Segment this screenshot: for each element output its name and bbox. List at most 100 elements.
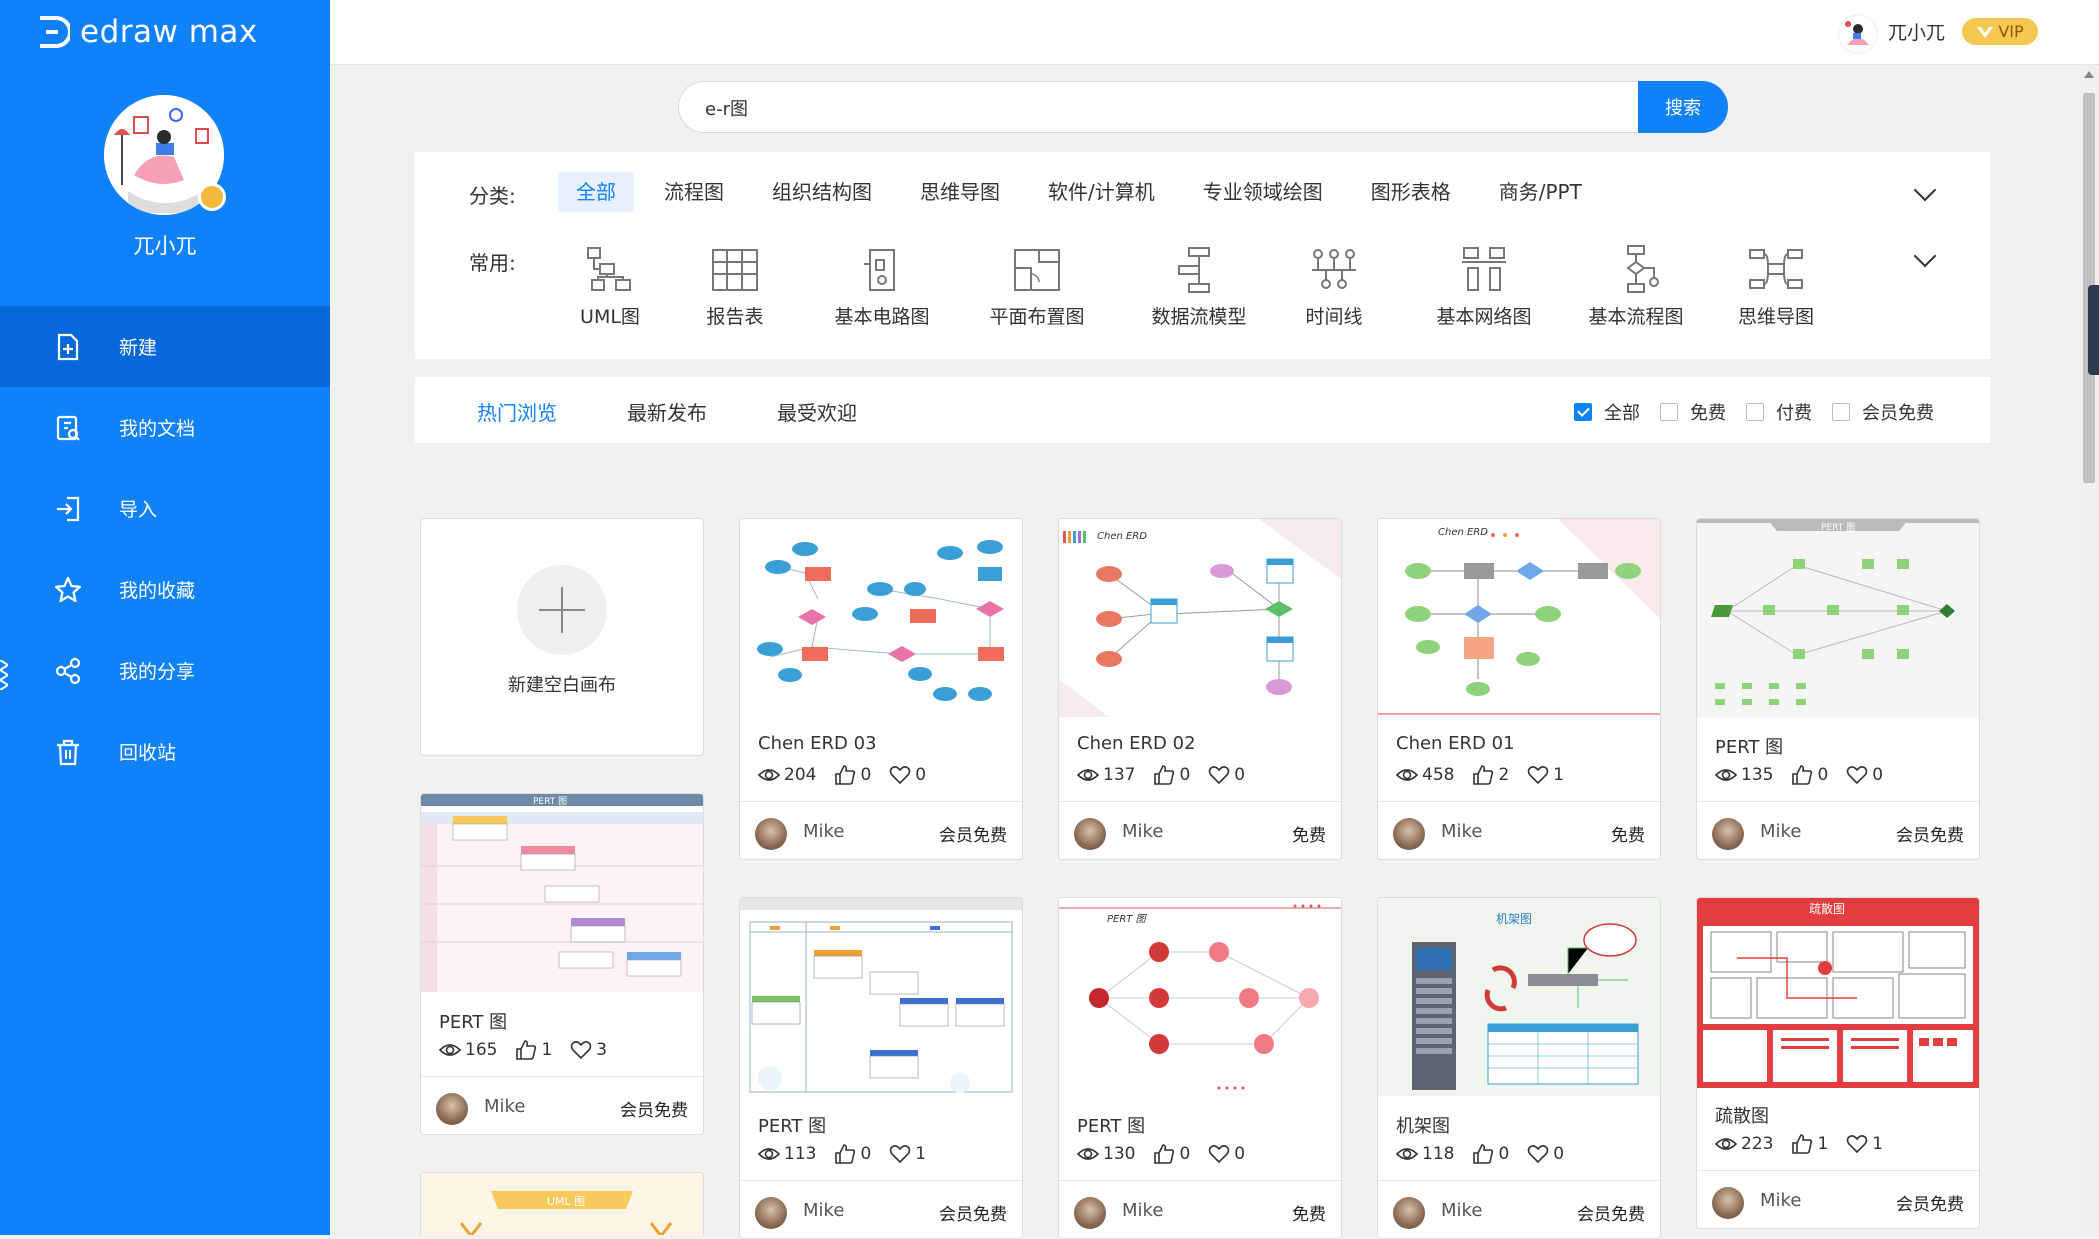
top-avatar[interactable]: [1838, 14, 1878, 54]
card-title: Chen ERD 02: [1077, 733, 1196, 754]
like-button[interactable]: 0: [834, 765, 871, 785]
author-name[interactable]: Mike: [803, 1200, 844, 1221]
like-button[interactable]: 1: [515, 1040, 552, 1060]
filter-all-checkbox[interactable]: 全部: [1574, 399, 1640, 425]
template-card[interactable]: UML 图: [420, 1172, 704, 1235]
tab-newest[interactable]: 最新发布: [627, 397, 707, 426]
favorite-button[interactable]: 1: [889, 1144, 926, 1164]
sidebar-item-favorites[interactable]: 我的收藏: [0, 549, 330, 630]
favorite-button[interactable]: 3: [570, 1040, 607, 1060]
scroll-up-arrow-icon[interactable]: [2084, 71, 2094, 78]
card-title: Chen ERD 01: [1396, 733, 1515, 754]
chevron-down-icon[interactable]: [1913, 244, 1937, 268]
template-card[interactable]: PERT 图 PERT 图 165 1 3 Mike 会员免费: [420, 793, 704, 1135]
template-card[interactable]: PERT 图 113 0 1 Mike 会员免费: [739, 897, 1023, 1239]
user-avatar[interactable]: [104, 95, 226, 215]
category-software[interactable]: 软件/计算机: [1030, 172, 1173, 212]
template-card[interactable]: Chen ERD Chen ERD 01 458 2 1 Mike 免费: [1377, 518, 1661, 860]
author-name[interactable]: Mike: [484, 1096, 525, 1117]
like-button[interactable]: 0: [1153, 765, 1190, 785]
common-circuit[interactable]: 基本电路图: [817, 244, 947, 329]
category-all[interactable]: 全部: [558, 172, 634, 212]
author-avatar[interactable]: [1393, 818, 1425, 850]
common-data-flow[interactable]: 数据流模型: [1129, 244, 1269, 329]
like-button[interactable]: 0: [1153, 1144, 1190, 1164]
common-network[interactable]: 基本网络图: [1419, 244, 1549, 329]
tab-popular[interactable]: 最受欢迎: [777, 397, 857, 426]
search-input[interactable]: [703, 82, 1587, 134]
sidebar-item-new[interactable]: 新建: [0, 306, 330, 387]
app-logo[interactable]: edraw max: [34, 12, 258, 52]
category-graphic-table[interactable]: 图形表格: [1353, 172, 1469, 212]
author-name[interactable]: Mike: [1122, 821, 1163, 842]
author-name[interactable]: Mike: [1760, 821, 1801, 842]
like-button[interactable]: 0: [1791, 765, 1828, 785]
common-mind-map[interactable]: 思维导图: [1721, 244, 1831, 329]
new-blank-canvas-card[interactable]: 新建空白画布: [420, 518, 704, 756]
heart-icon: [1527, 766, 1549, 785]
sidebar-item-share[interactable]: 我的分享: [0, 630, 330, 711]
author-name[interactable]: Mike: [1122, 1200, 1163, 1221]
common-floor-plan[interactable]: 平面布置图: [967, 244, 1107, 329]
search-button[interactable]: 搜索: [1638, 81, 1728, 133]
like-button[interactable]: 0: [834, 1144, 871, 1164]
template-card[interactable]: Chen ERD 03 204 0 0 Mike 会员免费: [739, 518, 1023, 860]
author-avatar[interactable]: [436, 1093, 468, 1125]
views-eye-icon: [1077, 1148, 1099, 1160]
favorite-button[interactable]: 0: [889, 765, 926, 785]
author-name[interactable]: Mike: [803, 821, 844, 842]
template-thumbnail: PERT 图: [1059, 898, 1341, 1096]
common-report[interactable]: 报告表: [685, 244, 785, 329]
author-avatar[interactable]: [755, 1197, 787, 1229]
like-button[interactable]: 0: [1472, 1144, 1509, 1164]
sidebar-collapse-handle-icon[interactable]: [0, 660, 8, 690]
like-button[interactable]: 1: [1791, 1134, 1828, 1154]
favs-count: 1: [915, 1144, 927, 1164]
author-avatar[interactable]: [1074, 818, 1106, 850]
favorite-button[interactable]: 0: [1527, 1144, 1564, 1164]
category-business-ppt[interactable]: 商务/PPT: [1481, 172, 1600, 212]
filter-panel: 分类: 全部 流程图 组织结构图 思维导图 软件/计算机 专业领域绘图 图形表格…: [415, 152, 1990, 359]
favorite-button[interactable]: 0: [1846, 765, 1883, 785]
sidebar-item-trash[interactable]: 回收站: [0, 711, 330, 792]
author-name[interactable]: Mike: [1441, 821, 1482, 842]
chevron-down-icon[interactable]: [1913, 178, 1937, 202]
tab-hot[interactable]: 热门浏览: [477, 397, 557, 426]
favorite-button[interactable]: 1: [1527, 765, 1564, 785]
filter-paid-checkbox[interactable]: 付费: [1746, 399, 1812, 425]
top-username[interactable]: 兀小兀: [1888, 18, 1945, 45]
category-org-chart[interactable]: 组织结构图: [754, 172, 890, 212]
side-panel-handle[interactable]: [2088, 285, 2099, 375]
category-flowchart[interactable]: 流程图: [646, 172, 742, 212]
template-card[interactable]: 疏散图 疏散图 223 1 1 Mike 会员免费: [1696, 897, 1980, 1229]
common-basic-flowchart[interactable]: 基本流程图: [1571, 244, 1701, 329]
favorite-button[interactable]: 0: [1208, 1144, 1245, 1164]
common-uml[interactable]: UML图: [555, 244, 665, 329]
template-card[interactable]: PERT 图 PERT 图 130 0 0 Mike 免费: [1058, 897, 1342, 1239]
like-button[interactable]: 2: [1472, 765, 1509, 785]
favorite-button[interactable]: 1: [1846, 1134, 1883, 1154]
sidebar-item-my-docs[interactable]: 我的文档: [0, 387, 330, 468]
sidebar-item-label: 导入: [119, 499, 158, 521]
template-card[interactable]: PERT 图 PERT 图 135 0 0 Mike 会员免费: [1696, 518, 1980, 860]
filter-free-checkbox[interactable]: 免费: [1660, 399, 1726, 425]
page-scrollbar[interactable]: [2079, 65, 2099, 1235]
author-name[interactable]: Mike: [1760, 1190, 1801, 1211]
template-card[interactable]: Chen ERD Chen ERD 02 137 0 0 Mike 免费: [1058, 518, 1342, 860]
author-avatar[interactable]: [755, 818, 787, 850]
favorite-button[interactable]: 0: [1208, 765, 1245, 785]
template-thumbnail: Chen ERD: [1378, 519, 1660, 717]
views-count: 135: [1741, 765, 1774, 785]
template-card[interactable]: 机架图 机架图 118 0 0 Mike 会员免费: [1377, 897, 1661, 1239]
filter-member-free-checkbox[interactable]: 会员免费: [1832, 399, 1934, 425]
category-professional[interactable]: 专业领域绘图: [1185, 172, 1341, 212]
author-avatar[interactable]: [1074, 1197, 1106, 1229]
sidebar-item-import[interactable]: 导入: [0, 468, 330, 549]
author-avatar[interactable]: [1712, 818, 1744, 850]
common-timeline[interactable]: 时间线: [1279, 244, 1389, 329]
author-avatar[interactable]: [1393, 1197, 1425, 1229]
author-avatar[interactable]: [1712, 1187, 1744, 1219]
author-name[interactable]: Mike: [1441, 1200, 1482, 1221]
vip-badge[interactable]: VIP: [1962, 18, 2038, 45]
category-mind-map[interactable]: 思维导图: [902, 172, 1018, 212]
